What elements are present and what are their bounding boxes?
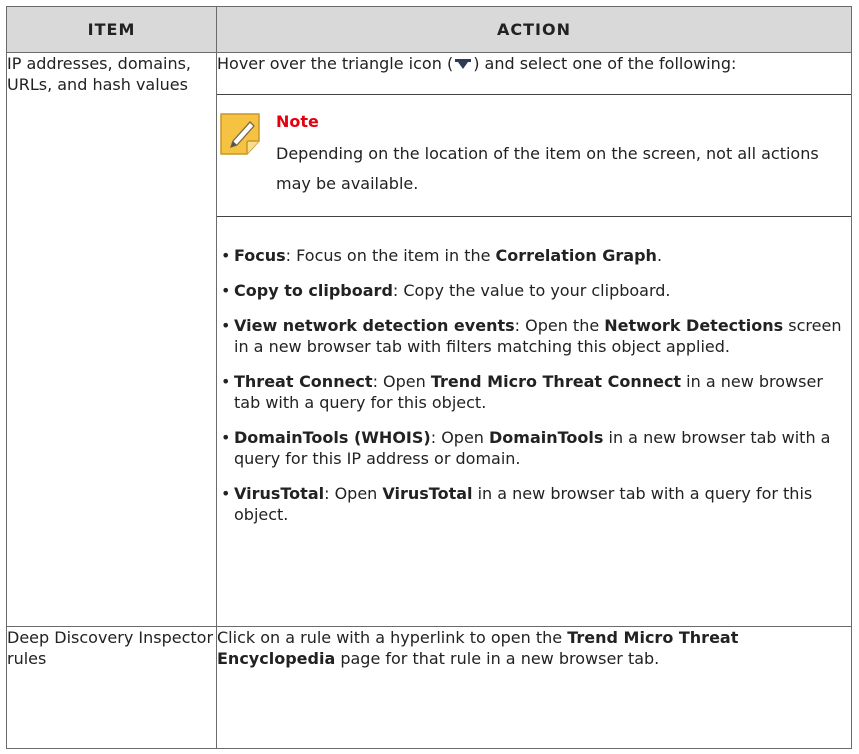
intro-after: ) and select one of the following:: [473, 54, 737, 73]
action-list: Focus: Focus on the item in the Correlat…: [217, 245, 851, 525]
list-item-term: Trend Micro Threat Connect: [430, 372, 682, 391]
list-item-term: Threat Connect: [234, 372, 373, 391]
list-item-text: : Copy the value to your clipboard.: [392, 281, 671, 300]
note-title: Note: [276, 112, 319, 131]
list-item-term: View network detection events: [234, 316, 515, 335]
list-item-term: DomainTools (WHOIS): [234, 428, 431, 447]
note-text: Depending on the location of the item on…: [276, 144, 819, 193]
item-label: Deep Discovery Inspector rules: [7, 628, 214, 668]
list-item-term: VirusTotal: [234, 484, 325, 503]
list-item-term: DomainTools: [489, 428, 604, 447]
action-cell: Click on a rule with a hyperlink to open…: [216, 626, 852, 749]
list-item: View network detection events: Open the …: [217, 315, 851, 357]
list-item-text: : Open: [430, 428, 490, 447]
list-item-term: Correlation Graph: [495, 246, 657, 265]
list-item: DomainTools (WHOIS): Open DomainTools in…: [217, 427, 851, 469]
list-item-term: Focus: [234, 246, 286, 265]
list-item: Copy to clipboard: Copy the value to you…: [217, 280, 851, 301]
action-text: page for that rule in a new browser tab.: [335, 649, 660, 668]
intro-text: Hover over the triangle icon ( ) and sele…: [217, 53, 851, 74]
item-cell: Deep Discovery Inspector rules: [6, 626, 217, 749]
list-item-text: : Open: [372, 372, 431, 391]
action-text: Click on a rule with a hyperlink to open…: [217, 628, 568, 647]
table-row: IP addresses, domains, URLs, and hash va…: [6, 52, 852, 627]
list-item: VirusTotal: Open VirusTotal in a new bro…: [217, 483, 851, 525]
list-item-term: VirusTotal: [382, 484, 473, 503]
list-item-text: : Open: [324, 484, 383, 503]
list-item: Threat Connect: Open Trend Micro Threat …: [217, 371, 851, 413]
table-row: Deep Discovery Inspector rules Click on …: [6, 626, 852, 749]
list-item-text: : Focus on the item in the: [285, 246, 496, 265]
intro-before: Hover over the triangle icon (: [217, 54, 454, 73]
list-item-text: .: [656, 246, 663, 265]
triangle-dropdown-icon: [454, 58, 472, 70]
item-action-table: ITEM ACTION IP addresses, domains, URLs,…: [6, 6, 852, 749]
note-pencil-icon: [220, 113, 260, 155]
item-label: IP addresses, domains, URLs, and hash va…: [7, 54, 192, 94]
action-cell: Hover over the triangle icon ( ) and sele…: [216, 52, 852, 627]
item-cell: IP addresses, domains, URLs, and hash va…: [6, 52, 217, 627]
list-item: Focus: Focus on the item in the Correlat…: [217, 245, 851, 266]
header-item: ITEM: [6, 6, 217, 53]
header-action: ACTION: [216, 6, 852, 53]
list-item-term: Network Detections: [604, 316, 784, 335]
list-item-term: Copy to clipboard: [234, 281, 393, 300]
note-box: Note Depending on the location of the it…: [217, 94, 851, 217]
table-header-row: ITEM ACTION: [6, 6, 852, 53]
list-item-text: : Open the: [514, 316, 605, 335]
